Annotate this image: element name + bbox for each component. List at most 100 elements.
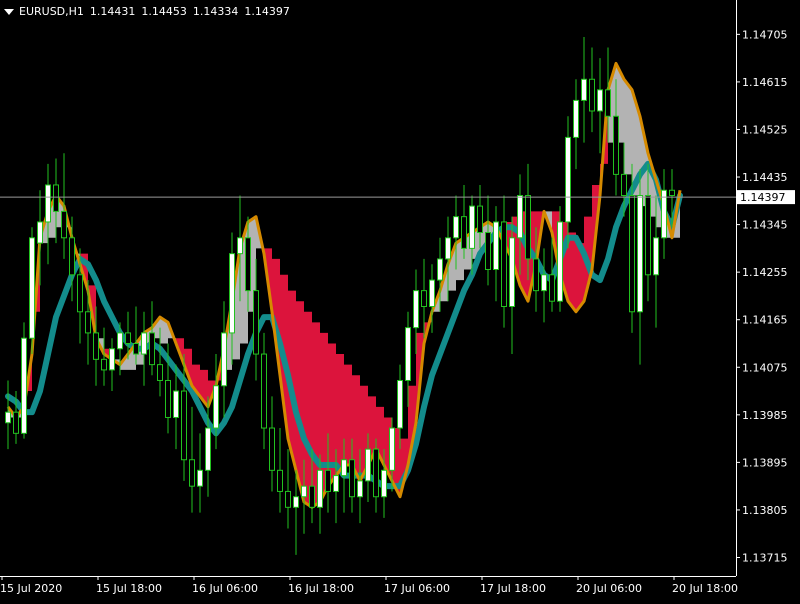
candle-body: [245, 237, 251, 292]
time-tick-label: 15 Jul 18:00: [96, 582, 162, 595]
price-tick-label: 1.13895: [742, 456, 788, 469]
candle-body: [573, 99, 579, 138]
candle-body: [501, 221, 507, 307]
candle-body: [85, 311, 91, 334]
candle-body: [269, 427, 275, 471]
candle-body: [525, 195, 531, 260]
fill-segment: [304, 311, 312, 508]
candle-body: [653, 237, 659, 276]
dropdown-triangle-icon[interactable]: [4, 9, 14, 15]
price-tick-label: 1.13985: [742, 409, 788, 422]
candle-body: [117, 332, 123, 350]
high-value: 1.14453: [141, 5, 187, 18]
candle-body: [317, 469, 323, 508]
candle-body: [621, 173, 627, 197]
time-tick-label: 16 Jul 18:00: [288, 582, 354, 595]
candle-body: [261, 353, 267, 429]
candle-body: [485, 232, 491, 271]
candle-body: [309, 485, 315, 508]
candle-body: [61, 210, 67, 239]
candle-body: [5, 411, 11, 424]
candle-body: [509, 237, 515, 307]
candle-body: [93, 332, 99, 360]
candle-body: [445, 237, 451, 260]
candle-body: [205, 427, 211, 471]
candle-body: [461, 216, 467, 249]
candle-body: [77, 274, 83, 313]
candle-body: [429, 279, 435, 307]
candle-body: [549, 274, 555, 302]
price-tick-label: 1.13715: [742, 552, 788, 565]
price-tick-label: 1.14345: [742, 219, 788, 232]
candle-body: [365, 448, 371, 482]
candle-body: [189, 459, 195, 487]
candle-body: [325, 469, 331, 492]
candle-body: [181, 390, 187, 461]
candle-body: [597, 89, 603, 112]
candle-body: [141, 332, 147, 355]
candle-body: [381, 469, 387, 498]
candle-body: [493, 221, 499, 271]
candle-body: [237, 237, 243, 255]
candle-body: [533, 258, 539, 292]
candle-body: [53, 184, 59, 212]
candle-body: [565, 136, 571, 223]
candle-body: [333, 475, 339, 492]
chart-root[interactable]: 1.14705 1.14615 1.14525 1.14435 1.14345 1.142…: [0, 0, 800, 600]
candle-body: [645, 195, 651, 276]
candle-body: [421, 290, 427, 307]
candle-body: [133, 342, 139, 355]
candle-body: [397, 379, 403, 429]
symbol-label: EURUSD,H1: [19, 5, 84, 18]
chart-background: [0, 0, 800, 600]
time-tick-label: 16 Jul 06:00: [192, 582, 258, 595]
candle-body: [477, 205, 483, 234]
candle-body: [517, 195, 523, 239]
candle-body: [221, 332, 227, 387]
low-value: 1.14334: [192, 5, 239, 18]
current-price-label: 1.14397: [740, 191, 786, 204]
candle-body: [69, 237, 75, 276]
fill-segment: [624, 79, 632, 175]
candle-body: [101, 358, 107, 371]
candle-body: [197, 469, 203, 487]
candle-body: [605, 89, 611, 117]
candle-body: [213, 385, 219, 429]
candle-body: [301, 485, 307, 498]
candle-body: [173, 390, 179, 418]
symbol-header: EURUSD,H1 1.14431 1.14453 1.14334 1.14397: [4, 5, 296, 18]
price-tick-label: 1.14525: [742, 123, 788, 136]
candle-body: [669, 189, 675, 197]
candle-body: [469, 205, 475, 249]
candle-body: [109, 348, 115, 371]
price-tick-label: 1.14705: [742, 28, 788, 41]
close-value: 1.14397: [244, 5, 290, 18]
candle-body: [589, 78, 595, 112]
candle-body: [541, 274, 547, 292]
candle-body: [341, 459, 347, 477]
time-tick-label: 17 Jul 06:00: [384, 582, 450, 595]
candle-body: [405, 327, 411, 381]
candle-body: [125, 332, 131, 344]
candle-body: [613, 115, 619, 175]
price-chart[interactable]: 1.14705 1.14615 1.14525 1.14435 1.14345 1.142…: [0, 0, 800, 600]
candle-body: [637, 195, 643, 313]
candle-body: [557, 221, 563, 302]
candle-body: [357, 480, 363, 498]
fill-segment: [336, 354, 344, 476]
candle-body: [157, 364, 163, 381]
time-tick-label: 15 Jul 2020: [0, 582, 62, 595]
candle-body: [437, 258, 443, 281]
price-tick-label: 1.14615: [742, 76, 788, 89]
time-tick-label: 20 Jul 18:00: [672, 582, 738, 595]
candle-body: [149, 332, 155, 366]
fill-segment: [344, 364, 352, 466]
candle-body: [581, 78, 587, 101]
time-tick-label: 17 Jul 18:00: [480, 582, 546, 595]
candle-body: [45, 184, 51, 223]
candle-body: [389, 427, 395, 471]
candle-body: [37, 221, 43, 244]
price-tick-label: 1.13805: [742, 504, 788, 517]
price-tick-label: 1.14075: [742, 361, 788, 374]
candle-body: [165, 379, 171, 418]
